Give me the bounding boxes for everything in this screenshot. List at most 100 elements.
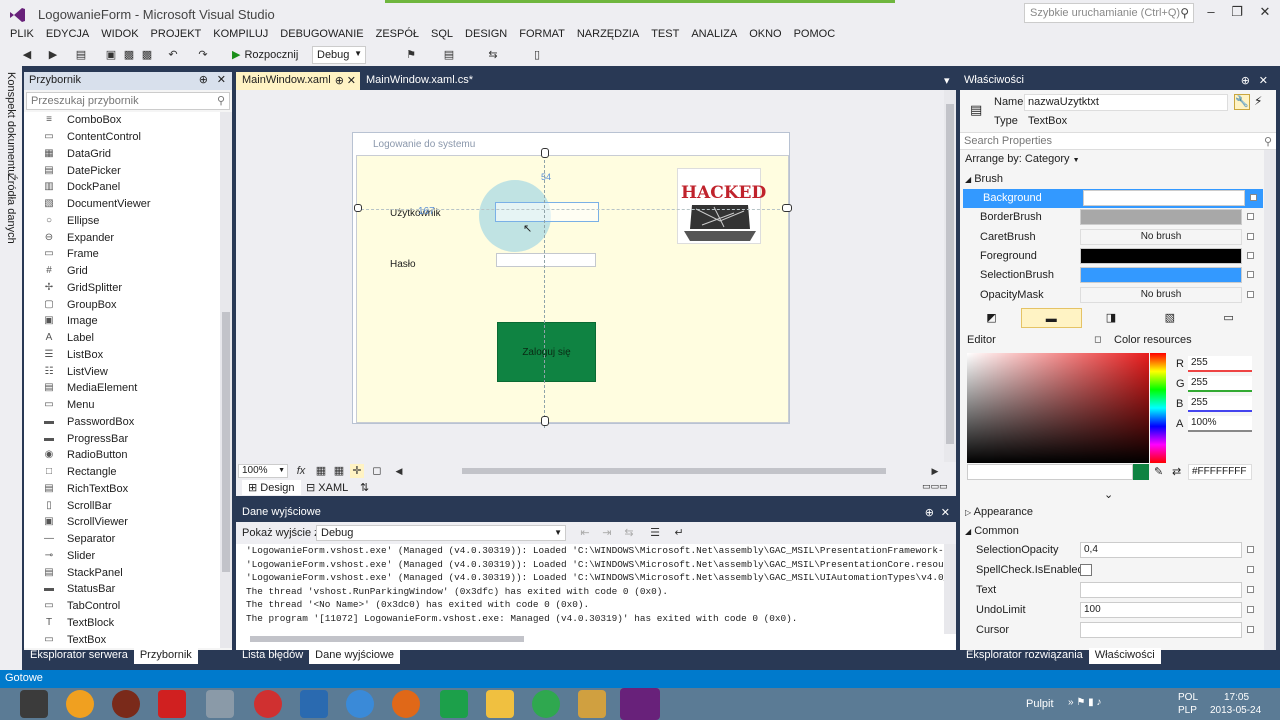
clock-time[interactable]: 17:05: [1224, 692, 1249, 703]
toolbox-item[interactable]: T TextBlock: [24, 615, 220, 632]
property-value-input[interactable]: [1080, 622, 1242, 638]
advanced-options-icon[interactable]: [1247, 566, 1254, 573]
close-icon[interactable]: ✕: [1259, 74, 1268, 87]
toolbox-item[interactable]: ⊖ Expander: [24, 229, 220, 246]
output-source-select[interactable]: Debug ▼: [316, 525, 566, 541]
channel-input[interactable]: 255: [1188, 396, 1252, 412]
save-all-icon[interactable]: ▩: [140, 48, 154, 62]
start-debug-button[interactable]: ▶ Rozpocznij: [232, 48, 298, 61]
language-indicator-2[interactable]: PLP: [1178, 705, 1197, 716]
pin-icon[interactable]: ⊕: [925, 506, 934, 519]
toolbox-item[interactable]: ▣ ScrollViewer: [24, 514, 220, 531]
desktop-toolbar[interactable]: Pulpit: [1026, 698, 1054, 710]
channel-input[interactable]: 255: [1188, 376, 1252, 392]
tab-output[interactable]: Dane wyjściowe: [309, 648, 401, 664]
arrange-by-dropdown[interactable]: Arrange by: Category ▼: [965, 153, 1080, 165]
xaml-designer-surface[interactable]: Logowanie do systemu Użytkownik 167 54 ↖…: [236, 90, 956, 462]
resource-brush-icon[interactable]: ▭: [1199, 308, 1258, 328]
swap-panes-icon[interactable]: ⇅: [360, 481, 369, 494]
toolbox-item[interactable]: ▦ DataGrid: [24, 146, 220, 163]
toolbox-item[interactable]: ≡ ComboBox: [24, 112, 220, 129]
menu-item[interactable]: KOMPILUJ: [207, 28, 274, 46]
advanced-options-icon[interactable]: [1247, 213, 1254, 221]
tab-solution-explorer[interactable]: Eksplorator rozwiązania: [960, 648, 1089, 664]
redo-icon[interactable]: ↷: [196, 48, 210, 62]
menu-item[interactable]: ANALIZA: [685, 28, 743, 46]
firefox-icon[interactable]: [392, 690, 420, 718]
margin-handle[interactable]: [541, 416, 549, 426]
section-appearance[interactable]: ▷ Appearance: [965, 506, 1033, 518]
tab-properties[interactable]: Właściwości: [1088, 648, 1161, 664]
toolbox-item[interactable]: ▭ Menu: [24, 397, 220, 414]
designer-hscroll-thumb[interactable]: [462, 468, 886, 474]
format-icon[interactable]: ▤: [442, 48, 456, 62]
editor-tab[interactable]: Editor: [967, 334, 996, 346]
hue-slider[interactable]: [1150, 353, 1166, 463]
advanced-options-icon[interactable]: [1247, 626, 1254, 633]
back-icon[interactable]: ◀: [20, 48, 34, 62]
options-icon[interactable]: ◻: [1094, 334, 1101, 345]
brush-value-swatch[interactable]: [1080, 247, 1242, 264]
menu-item[interactable]: PLIK: [4, 28, 40, 46]
tray-icons[interactable]: » ⚑ ▮ ♪: [1068, 697, 1101, 708]
solution-config-select[interactable]: Debug ▼: [312, 46, 366, 64]
eyedropper-icon[interactable]: ✎: [1154, 465, 1163, 478]
advanced-options-icon[interactable]: [1247, 290, 1254, 298]
menu-item[interactable]: SQL: [425, 28, 459, 46]
property-value-input[interactable]: 0,4: [1080, 542, 1242, 558]
hex-input[interactable]: #FFFFFFFF: [1188, 464, 1252, 480]
toolbox-item[interactable]: ☰ ListBox: [24, 347, 220, 364]
margin-handle[interactable]: [782, 204, 792, 212]
hacked-image[interactable]: HACKED: [677, 168, 766, 244]
expand-icon[interactable]: ⌄: [1104, 488, 1113, 501]
property-value-input[interactable]: [1080, 582, 1242, 598]
close-icon[interactable]: ✕: [941, 506, 950, 519]
toolbox-item[interactable]: ▤ StackPanel: [24, 564, 220, 581]
tab-toolbox[interactable]: Przybornik: [133, 648, 198, 664]
toolbox-item[interactable]: A Label: [24, 330, 220, 347]
undo-icon[interactable]: ↶: [166, 48, 180, 62]
brush-value-swatch[interactable]: [1083, 190, 1245, 206]
app-icon[interactable]: [346, 690, 374, 718]
color-resources-tab[interactable]: Color resources: [1114, 334, 1192, 346]
output-text[interactable]: 'LogowanieForm.vshost.exe' (Managed (v4.…: [246, 544, 946, 625]
toolbox-item[interactable]: ▭ TabControl: [24, 598, 220, 615]
grid-snap-icon[interactable]: ▦: [332, 464, 346, 478]
tile-brush-icon[interactable]: ▧: [1140, 308, 1199, 328]
language-indicator-1[interactable]: POL: [1178, 692, 1198, 703]
toolbox-item[interactable]: — Separator: [24, 531, 220, 548]
advanced-options-icon[interactable]: [1250, 194, 1257, 201]
common-property-row[interactable]: Cursor: [960, 621, 1260, 640]
toolbox-item[interactable]: ⊸ Slider: [24, 548, 220, 565]
events-icon[interactable]: ⚡: [1254, 94, 1262, 108]
toolbox-item[interactable]: ○ Ellipse: [24, 213, 220, 230]
output-vscrollbar[interactable]: [944, 544, 956, 634]
wpf-window-preview[interactable]: Logowanie do systemu Użytkownik 167 54 ↖…: [352, 132, 790, 424]
brush-property-row[interactable]: Foreground: [960, 247, 1260, 266]
wpf-window-client[interactable]: Użytkownik 167 54 ↖ Hasło Zaloguj się HA…: [356, 155, 789, 423]
chevron-down-icon[interactable]: ▾: [938, 72, 956, 90]
toolbox-item[interactable]: ▬ PasswordBox: [24, 414, 220, 431]
save-icon[interactable]: ▩: [122, 48, 136, 62]
output-hscroll-thumb[interactable]: [250, 636, 524, 642]
split-horizontal-icon[interactable]: ▭▭▭: [922, 481, 948, 492]
channel-input[interactable]: 100%: [1188, 416, 1252, 432]
file-explorer-icon[interactable]: [486, 690, 514, 718]
toolbox-item[interactable]: ▤ RichTextBox: [24, 481, 220, 498]
pin-icon[interactable]: ⊕: [1241, 74, 1250, 87]
visual-studio-taskbar-icon[interactable]: [620, 688, 660, 720]
common-property-row[interactable]: SelectionOpacity 0,4: [960, 541, 1260, 560]
common-property-row[interactable]: SpellCheck.IsEnabled: [960, 561, 1260, 580]
brush-value-swatch[interactable]: [1080, 267, 1242, 284]
maximize-button[interactable]: ❐: [1222, 2, 1252, 22]
clear-all-icon[interactable]: ☰: [648, 526, 662, 540]
clock-date[interactable]: 2013-05-24: [1210, 705, 1261, 716]
find-icon[interactable]: ⚑: [404, 48, 418, 62]
close-icon[interactable]: ✕: [217, 73, 226, 86]
advanced-options-icon[interactable]: [1247, 546, 1254, 553]
advanced-options-icon[interactable]: [1247, 232, 1254, 240]
tab-design[interactable]: ⊞ Design: [242, 480, 301, 495]
menu-item[interactable]: PROJEKT: [145, 28, 208, 46]
brush-property-row[interactable]: BorderBrush: [960, 208, 1260, 227]
advanced-options-icon[interactable]: [1247, 606, 1254, 613]
